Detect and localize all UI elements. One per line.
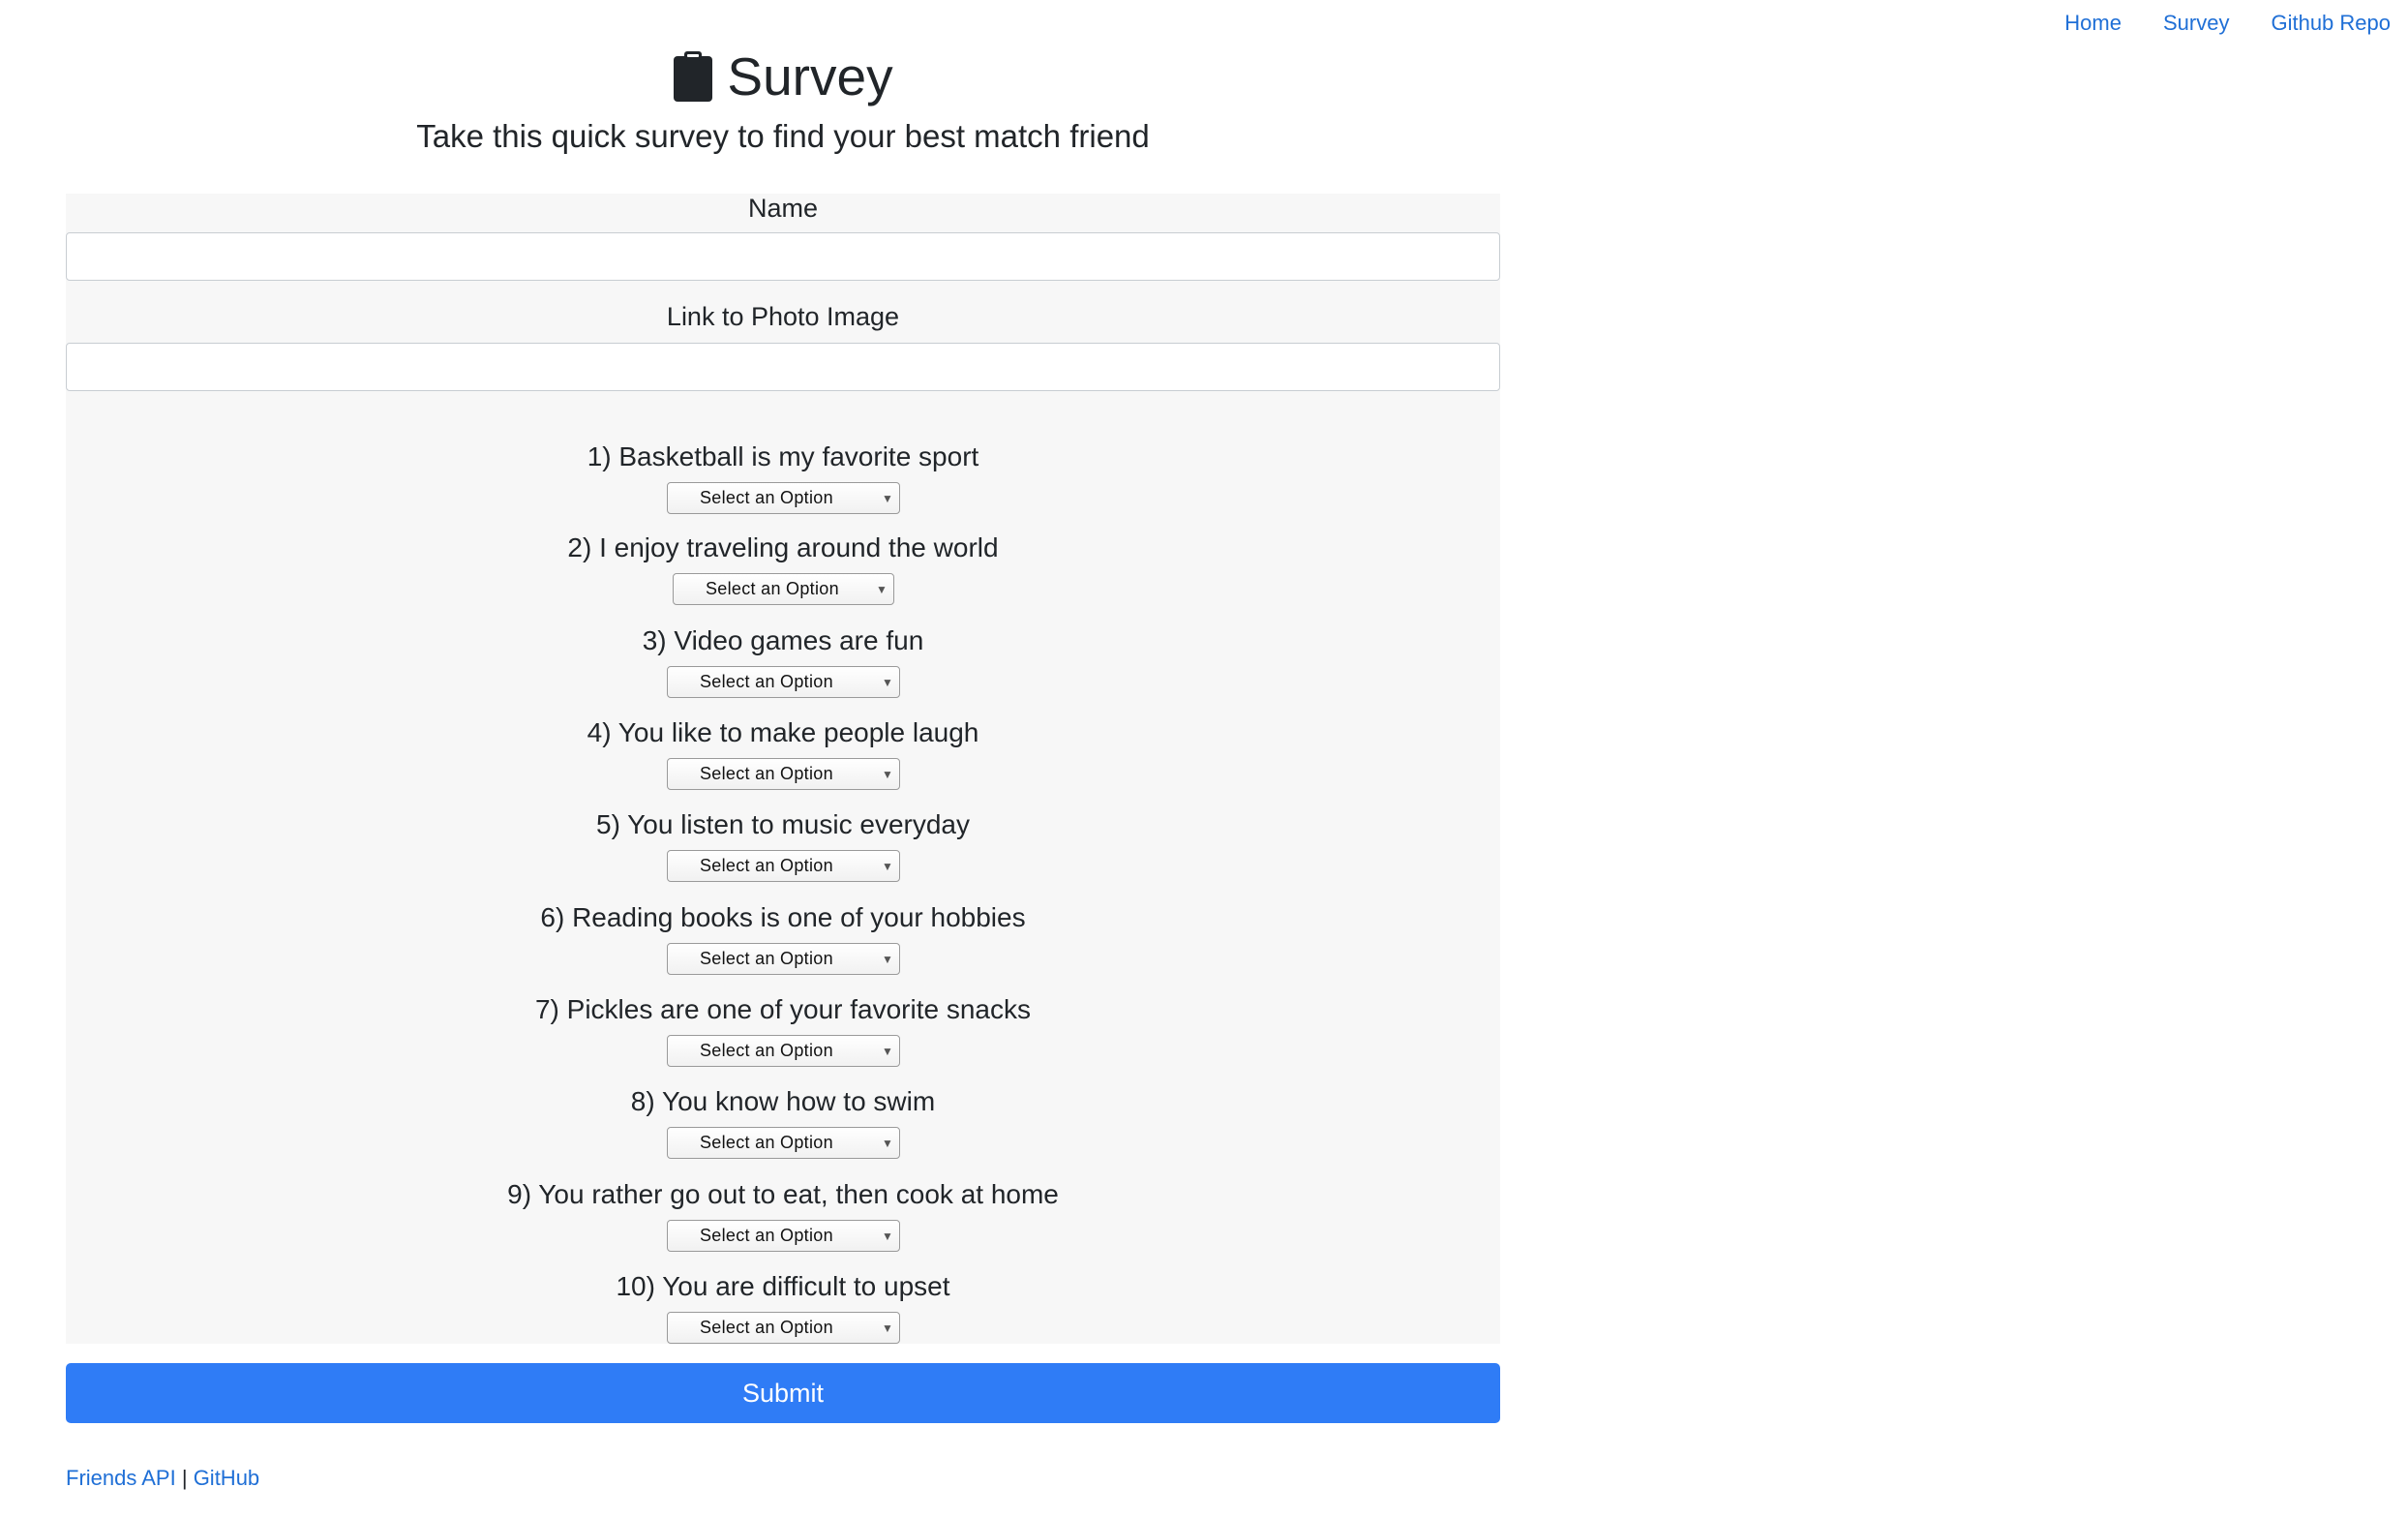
dropdown-arrow-icon: ▼ — [882, 767, 893, 781]
page-title: Survey — [727, 46, 893, 106]
submit-button[interactable]: Submit — [66, 1363, 1500, 1423]
question-2-select[interactable]: Select an Option ▼ — [673, 573, 894, 605]
question-5-select[interactable]: Select an Option ▼ — [667, 850, 900, 882]
dropdown-arrow-icon: ▼ — [882, 491, 893, 505]
footer-separator: | — [181, 1466, 188, 1490]
question-5-selected: Select an Option — [700, 856, 833, 875]
question-3-label: 3) Video games are fun — [642, 625, 924, 655]
name-input[interactable] — [66, 232, 1500, 281]
dropdown-arrow-icon: ▼ — [882, 1044, 893, 1058]
top-nav: Home Survey Github Repo — [2064, 4, 2408, 43]
question-7-select[interactable]: Select an Option ▼ — [667, 1035, 900, 1067]
question-4-select[interactable]: Select an Option ▼ — [667, 758, 900, 790]
dropdown-arrow-icon: ▼ — [882, 859, 893, 873]
clipboard-icon — [673, 50, 713, 103]
question-1-selected: Select an Option — [700, 488, 833, 507]
name-label: Name — [747, 194, 819, 223]
title-row: Survey — [66, 39, 1500, 114]
survey-form: Name Link to Photo Image 1) Basketball i… — [66, 194, 1500, 1344]
dropdown-arrow-icon: ▼ — [882, 675, 893, 689]
nav-link-github-repo[interactable]: Github Repo — [2271, 11, 2391, 36]
question-3-select[interactable]: Select an Option ▼ — [667, 666, 900, 698]
photo-link-input[interactable] — [66, 343, 1500, 391]
question-5-label: 5) You listen to music everyday — [596, 809, 970, 839]
question-9-label: 9) You rather go out to eat, then cook a… — [507, 1179, 1059, 1209]
dropdown-arrow-icon: ▼ — [882, 1321, 893, 1335]
page-subtitle: Take this quick survey to find your best… — [416, 118, 1150, 154]
question-4-selected: Select an Option — [700, 764, 833, 783]
question-6-label: 6) Reading books is one of your hobbies — [540, 902, 1026, 932]
dropdown-arrow-icon: ▼ — [876, 582, 888, 596]
dropdown-arrow-icon: ▼ — [882, 1136, 893, 1150]
footer-link-friends-api[interactable]: Friends API — [66, 1466, 176, 1490]
nav-link-home[interactable]: Home — [2064, 11, 2122, 36]
question-7-label: 7) Pickles are one of your favorite snac… — [534, 994, 1031, 1024]
question-9-select[interactable]: Select an Option ▼ — [667, 1220, 900, 1252]
footer: Friends API | GitHub — [66, 1466, 259, 1491]
dropdown-arrow-icon: ▼ — [882, 952, 893, 966]
question-8-selected: Select an Option — [700, 1133, 833, 1152]
question-6-selected: Select an Option — [700, 949, 833, 968]
footer-link-github[interactable]: GitHub — [194, 1466, 259, 1490]
question-10-label: 10) You are difficult to upset — [616, 1271, 950, 1301]
dropdown-arrow-icon: ▼ — [882, 1229, 893, 1243]
question-3-selected: Select an Option — [700, 672, 833, 691]
question-1-label: 1) Basketball is my favorite sport — [587, 441, 979, 471]
question-4-label: 4) You like to make people laugh — [587, 717, 979, 747]
question-10-select[interactable]: Select an Option ▼ — [667, 1312, 900, 1344]
question-8-label: 8) You know how to swim — [630, 1086, 936, 1116]
question-9-selected: Select an Option — [700, 1226, 833, 1245]
question-10-selected: Select an Option — [700, 1318, 833, 1337]
page-header: Survey Take this quick survey to find yo… — [66, 39, 1500, 155]
question-8-select[interactable]: Select an Option ▼ — [667, 1127, 900, 1159]
question-2-label: 2) I enjoy traveling around the world — [567, 532, 999, 562]
photo-link-label: Link to Photo Image — [666, 302, 900, 331]
question-7-selected: Select an Option — [700, 1041, 833, 1060]
question-6-select[interactable]: Select an Option ▼ — [667, 943, 900, 975]
question-1-select[interactable]: Select an Option ▼ — [667, 482, 900, 514]
nav-link-survey[interactable]: Survey — [2163, 11, 2229, 36]
question-2-selected: Select an Option — [706, 579, 839, 598]
